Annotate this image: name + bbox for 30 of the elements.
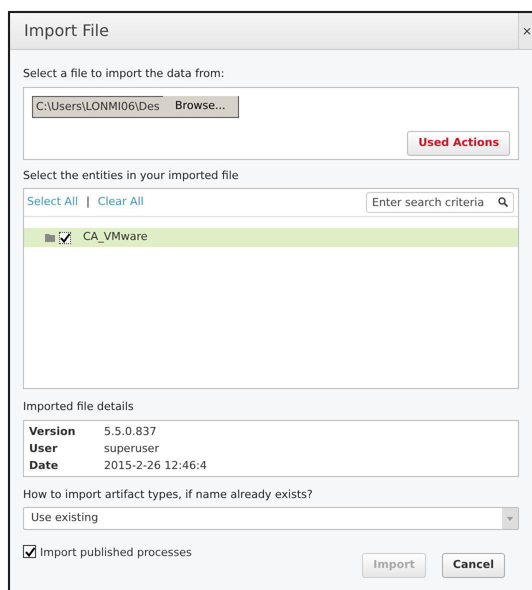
checkbox-label: Import published processes xyxy=(40,545,192,561)
search-icon xyxy=(498,197,508,207)
detail-value: 2015-2-26 12:46:4 xyxy=(103,458,208,474)
tree-item[interactable]: CA_VMware xyxy=(24,228,518,247)
dialog-button[interactable]: Cancel xyxy=(442,553,505,578)
detail-value: superuser xyxy=(103,440,160,456)
file-path-field[interactable]: C:\Users\LONMI06\Des xyxy=(32,96,163,118)
dropdown-value: Use existing xyxy=(31,510,98,526)
separator-text: | xyxy=(86,194,90,210)
section-label: Select a file to import the data from: xyxy=(23,66,226,82)
entity-name: CA_VMware xyxy=(83,229,148,246)
window-title: Import File xyxy=(24,20,109,42)
artifact-dropdown[interactable]: Use existing xyxy=(23,507,519,530)
checkbox[interactable] xyxy=(23,545,36,558)
detail-key: Date xyxy=(24,456,99,474)
dropdown-arrow-icon xyxy=(507,516,513,520)
checkmark-icon xyxy=(24,546,34,556)
detail-key: Version xyxy=(24,422,99,440)
checkbox[interactable] xyxy=(59,232,71,244)
browse-button[interactable]: Browse... xyxy=(163,96,239,118)
section-label: Select the entities in your imported file xyxy=(23,168,240,184)
used-actions-button[interactable]: Used Actions xyxy=(407,131,510,156)
checkmark-icon xyxy=(60,232,70,242)
detail-value: 5.5.0.837 xyxy=(103,424,158,440)
close-button[interactable]: × xyxy=(518,13,532,49)
section-label: Imported file details xyxy=(23,399,135,415)
search-field[interactable]: Enter search criteria xyxy=(366,192,514,213)
folder-icon xyxy=(45,234,55,242)
question-label: How to import artifact types, if name already exists? xyxy=(23,486,314,502)
detail-key: User xyxy=(24,440,99,456)
